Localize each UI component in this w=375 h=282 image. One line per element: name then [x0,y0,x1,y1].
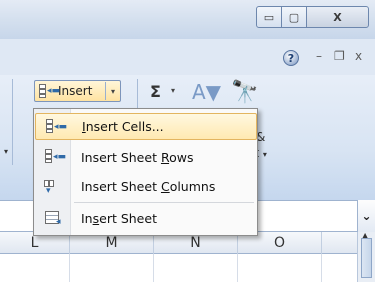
workbook-restore-icon[interactable]: ❐ [334,49,345,63]
insert-sheet-icon: ◂ [35,205,71,232]
insert-split-button[interactable]: ◂▬ Insert ▾ [34,80,121,102]
group-divider [12,79,13,165]
insert-sheet-rows-icon: ◂▬ [35,144,71,171]
workbook-minimize-icon[interactable]: – [316,49,322,63]
format-dropdown-arrow[interactable]: ▾ [4,147,8,156]
insert-sheet-columns-icon: ▾ [35,173,71,200]
menu-item-insert-sheet[interactable]: ◂ Insert Sheet [35,205,257,232]
grid-line [153,254,154,282]
chevron-down-icon: ⌄ [361,209,372,223]
menu-item-insert-sheet-rows[interactable]: ◂▬ Insert Sheet Rows [35,144,257,171]
vertical-scrollbar[interactable]: ▲ [357,231,375,282]
help-icon[interactable]: ? [283,50,299,66]
scrollbar-thumb[interactable] [361,238,372,278]
menu-item-label: Insert Sheet Rows [81,150,194,165]
maximize-button[interactable]: ▢ [281,6,307,28]
worksheet-grid[interactable] [0,254,357,282]
insert-label: Insert [58,84,93,98]
expand-formula-bar-button[interactable]: ⌄ [357,200,375,232]
close-button[interactable]: X [306,6,369,28]
grid-line [69,254,70,282]
sort-filter-icon[interactable]: A▼ [192,80,221,104]
autosum-dropdown-arrow[interactable]: ▾ [171,86,175,95]
insert-dropdown-arrow[interactable]: ▾ [105,82,120,100]
autosum-icon[interactable]: Σ [150,82,161,101]
insert-cells-icon: ◂▬ [36,114,72,139]
menu-item-label: Insert Cells... [82,119,164,134]
find-select-icon[interactable]: 🔭 [231,80,258,105]
menu-separator [74,202,254,203]
insert-dropdown-menu: ◂▬ Insert Cells... ◂▬ Insert Sheet Rows … [33,108,258,236]
minimize-button[interactable]: ▭ [256,6,282,28]
workbook-close-icon[interactable]: x [355,49,362,63]
grid-line [321,254,322,282]
menu-item-insert-cells[interactable]: ◂▬ Insert Cells... [35,113,257,140]
menu-item-label: Insert Sheet [81,211,157,226]
minimize-icon: ▭ [263,10,275,24]
close-icon: X [333,10,342,24]
menu-item-insert-sheet-columns[interactable]: ▾ Insert Sheet Columns [35,173,257,200]
maximize-icon: ▢ [288,10,300,24]
insert-cells-icon: ◂▬ [38,83,60,99]
grid-line [237,254,238,282]
menu-item-label: Insert Sheet Columns [81,179,216,194]
